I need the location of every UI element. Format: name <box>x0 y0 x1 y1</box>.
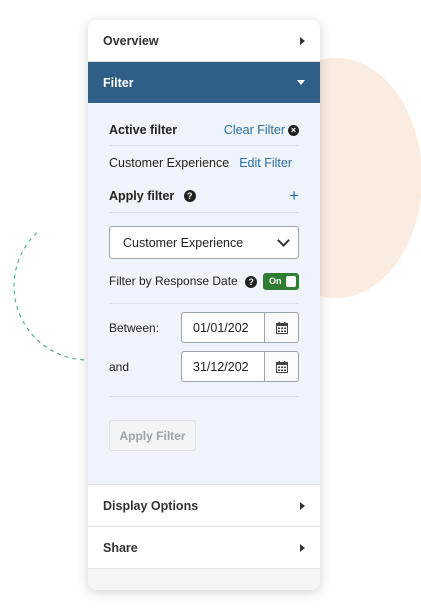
calendar-icon[interactable] <box>264 352 298 381</box>
share-section-header[interactable]: Share <box>88 527 320 569</box>
share-label: Share <box>103 540 138 555</box>
active-filter-label: Active filter <box>109 123 178 137</box>
and-label: and <box>109 359 130 374</box>
filter-select[interactable]: Customer Experience <box>109 226 299 259</box>
divider <box>109 396 299 397</box>
panel-footer <box>88 569 320 590</box>
calendar-icon[interactable] <box>264 313 298 342</box>
caret-right-icon <box>300 501 305 510</box>
side-panel: Overview Filter Active filter Clear Filt… <box>88 20 320 590</box>
caret-right-icon <box>300 36 305 45</box>
clear-filter-link[interactable]: Clear Filter × <box>224 123 299 137</box>
filter-section-body: Active filter Clear Filter × Customer Ex… <box>88 103 320 484</box>
filter-section-header[interactable]: Filter <box>88 62 320 103</box>
apply-filter-button[interactable]: Apply Filter <box>109 420 196 451</box>
overview-section-header[interactable]: Overview <box>88 20 320 62</box>
filter-select-value: Customer Experience <box>123 235 244 250</box>
start-date-value[interactable]: 01/01/202 <box>182 313 264 342</box>
end-date-field[interactable]: 31/12/202 <box>181 351 299 382</box>
end-date-value[interactable]: 31/12/202 <box>182 352 264 381</box>
overview-label: Overview <box>103 33 159 48</box>
caret-right-icon <box>300 543 305 552</box>
help-icon[interactable]: ? <box>183 190 196 203</box>
clear-filter-label: Clear Filter <box>223 123 285 137</box>
start-date-field[interactable]: 01/01/202 <box>181 312 299 343</box>
active-filter-line: Active filter Clear Filter × <box>109 115 299 146</box>
end-date-row: and 31/12/202 <box>109 351 299 382</box>
caret-down-icon <box>297 80 305 85</box>
chevron-down-icon <box>277 234 290 247</box>
current-filter-line: Customer Experience Edit Filter <box>109 146 299 179</box>
between-label: Between: <box>109 320 160 335</box>
toggle-label: On <box>269 276 282 286</box>
start-date-row: Between: 01/01/202 <box>109 312 299 343</box>
response-date-line: Filter by Response Date ? On <box>109 259 299 304</box>
apply-filter-line: Apply filter ? + <box>109 179 299 213</box>
toggle-knob <box>286 275 296 287</box>
add-filter-icon[interactable]: + <box>289 187 299 204</box>
display-options-label: Display Options <box>103 498 199 513</box>
help-icon[interactable]: ? <box>245 275 258 288</box>
display-options-section-header[interactable]: Display Options <box>88 484 320 527</box>
apply-filter-heading: Apply filter <box>109 188 175 203</box>
edit-filter-link[interactable]: Edit Filter <box>239 156 292 170</box>
current-filter-name: Customer Experience <box>109 155 230 170</box>
close-circle-icon: × <box>288 124 299 136</box>
response-date-toggle[interactable]: On <box>263 272 299 290</box>
filter-label: Filter <box>103 75 134 90</box>
response-date-label: Filter by Response Date <box>109 274 238 288</box>
